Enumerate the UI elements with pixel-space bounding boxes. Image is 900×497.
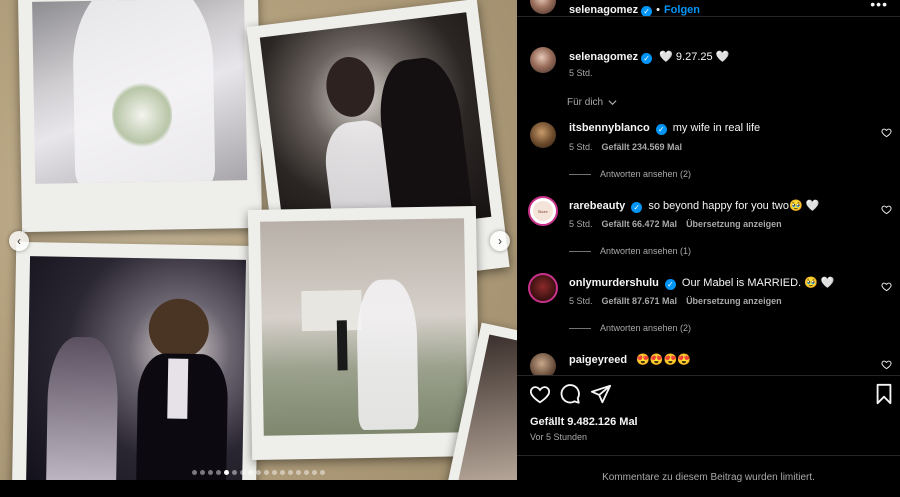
sort-label: Für dich bbox=[567, 97, 604, 108]
comment-like-heart-icon[interactable] bbox=[881, 127, 892, 138]
comment-username[interactable]: paigeyreed bbox=[569, 354, 627, 366]
carousel-dot bbox=[256, 470, 261, 475]
comment-text: Our Mabel is MARRIED. 🥹 🤍 bbox=[681, 277, 835, 289]
heart-icon[interactable] bbox=[529, 383, 551, 405]
follow-button[interactable]: Folgen bbox=[664, 4, 700, 16]
bookmark-icon[interactable] bbox=[873, 383, 895, 405]
chevron-down-icon bbox=[608, 100, 617, 105]
verified-badge-icon: ✓ bbox=[664, 279, 676, 290]
header-username[interactable]: selenagomez bbox=[569, 4, 638, 16]
carousel-next-button[interactable]: › bbox=[490, 231, 510, 251]
polaroid-photo-garden-ceremony bbox=[247, 206, 481, 460]
carousel-dot bbox=[304, 470, 309, 475]
avatar[interactable] bbox=[530, 0, 556, 14]
view-replies-button[interactable]: Antworten ansehen (2) bbox=[569, 169, 691, 179]
caption-avatar[interactable] bbox=[530, 47, 556, 73]
post-side-panel: selenagomez ✓ • Folgen ••• selenagomez ✓ 🤍 9… bbox=[517, 0, 900, 497]
comment-text: my wife in real life bbox=[672, 122, 761, 134]
carousel-dot bbox=[208, 470, 213, 475]
polaroid-photo-couple-night bbox=[11, 241, 261, 497]
comment-like-heart-icon[interactable] bbox=[881, 281, 892, 292]
comment-time[interactable]: 5 Std. bbox=[569, 219, 593, 229]
post-action-bar bbox=[517, 383, 900, 407]
comment-username[interactable]: rarebeauty bbox=[569, 200, 625, 212]
translate-button[interactable]: Übersetzung anzeigen bbox=[686, 219, 782, 229]
carousel-dot bbox=[224, 470, 229, 475]
comment-likes[interactable]: Gefällt 234.569 Mal bbox=[602, 142, 683, 152]
comment-like-heart-icon[interactable] bbox=[881, 204, 892, 215]
actions-divider bbox=[517, 375, 900, 376]
comment-avatar[interactable] bbox=[528, 273, 558, 303]
carousel-dot bbox=[272, 470, 277, 475]
comments-limited-notice: Kommentare zu diesem Beitrag wurden limi… bbox=[602, 472, 815, 483]
carousel-dot bbox=[280, 470, 285, 475]
comment-item: paigeyreed 😍😍😍😍 bbox=[517, 353, 900, 375]
carousel-dot bbox=[296, 470, 301, 475]
comment-avatar[interactable] bbox=[530, 353, 556, 375]
verified-badge-icon: ✓ bbox=[641, 53, 653, 64]
separator-dot: • bbox=[656, 4, 660, 16]
carousel-dot bbox=[232, 470, 237, 475]
comment-like-heart-icon[interactable] bbox=[881, 359, 892, 370]
header-divider bbox=[517, 16, 900, 17]
verified-badge-icon: ✓ bbox=[655, 124, 667, 135]
carousel-dot bbox=[248, 470, 253, 475]
media-bottom-strip bbox=[0, 480, 517, 497]
comment-avatar[interactable]: Rare Beauty bbox=[528, 196, 558, 226]
verified-badge-icon: ✓ bbox=[631, 202, 643, 213]
comment-icon[interactable] bbox=[559, 383, 581, 405]
caption-time[interactable]: 5 Std. bbox=[569, 68, 593, 78]
carousel-dot bbox=[288, 470, 293, 475]
translate-button[interactable]: Übersetzung anzeigen bbox=[686, 296, 782, 306]
comment-likes[interactable]: Gefällt 66.472 Mal bbox=[602, 219, 678, 229]
carousel-dot bbox=[192, 470, 197, 475]
caption-text: 🤍 9.27.25 🤍 bbox=[659, 51, 730, 63]
comment-text: 😍😍😍😍 bbox=[636, 354, 691, 366]
view-replies-button[interactable]: Antworten ansehen (1) bbox=[569, 246, 691, 256]
comment-username[interactable]: itsbennyblanco bbox=[569, 122, 650, 134]
post-timestamp[interactable]: Vor 5 Stunden bbox=[530, 432, 587, 442]
view-replies-button[interactable]: Antworten ansehen (2) bbox=[569, 323, 691, 333]
post-like-count[interactable]: Gefällt 9.482.126 Mal bbox=[530, 416, 638, 428]
comment-text: so beyond happy for you two🥹 🤍 bbox=[648, 200, 820, 212]
carousel-dot bbox=[216, 470, 221, 475]
carousel-dot bbox=[264, 470, 269, 475]
comment-time[interactable]: 5 Std. bbox=[569, 296, 593, 306]
comment-username[interactable]: onlymurdershulu bbox=[569, 277, 659, 289]
rare-beauty-logo: Rare Beauty bbox=[533, 201, 553, 221]
footer-divider bbox=[517, 455, 900, 456]
carousel-dot bbox=[312, 470, 317, 475]
carousel-prev-button[interactable]: ‹ bbox=[9, 231, 29, 251]
comment-avatar[interactable] bbox=[530, 122, 556, 148]
polaroid-photo-bride-bouquet bbox=[17, 0, 263, 233]
comment-likes[interactable]: Gefällt 87.671 Mal bbox=[602, 296, 678, 306]
carousel-dot bbox=[320, 470, 325, 475]
carousel-pagination-dots bbox=[0, 462, 517, 480]
share-icon[interactable] bbox=[590, 383, 612, 405]
caption-username[interactable]: selenagomez bbox=[569, 51, 638, 63]
post-header: selenagomez ✓ • Folgen ••• bbox=[517, 0, 900, 17]
carousel-dot bbox=[240, 470, 245, 475]
caption-meta: 5 Std. bbox=[569, 68, 602, 78]
comment-sort-dropdown[interactable]: Für dich bbox=[567, 97, 617, 108]
caption: selenagomez ✓ 🤍 9.27.25 🤍 bbox=[569, 50, 729, 64]
carousel-dot bbox=[200, 470, 205, 475]
comment-time[interactable]: 5 Std. bbox=[569, 142, 593, 152]
more-options-icon[interactable]: ••• bbox=[870, 0, 888, 12]
post-media-carousel[interactable]: ‹ › bbox=[0, 0, 517, 497]
